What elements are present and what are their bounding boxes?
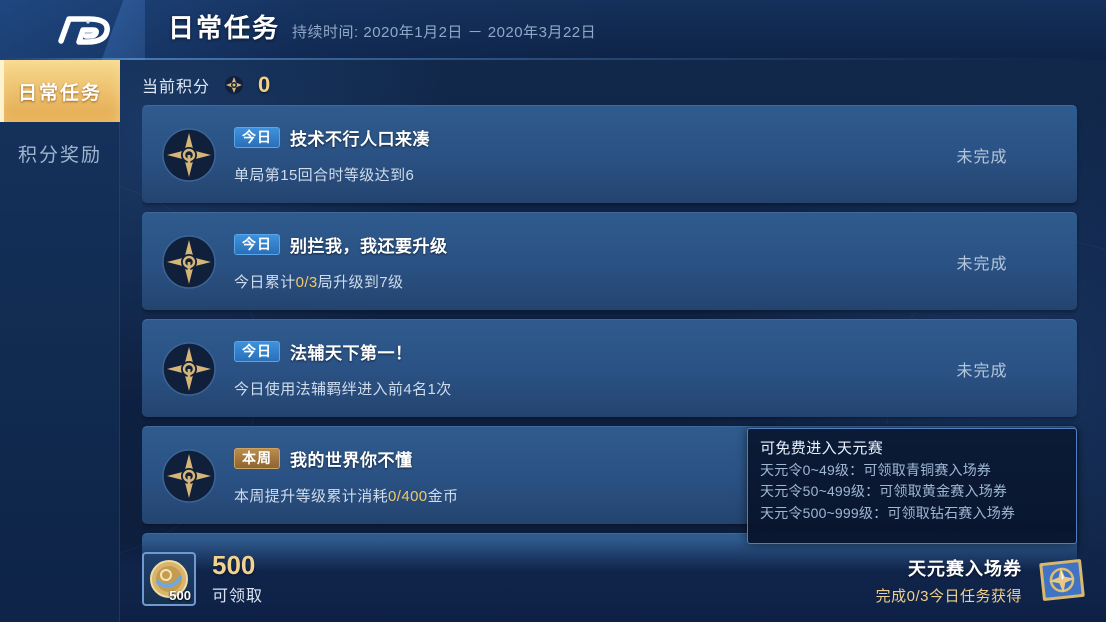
header-underline [0, 58, 1106, 60]
task-desc-progress: 0/3 [295, 273, 318, 291]
tooltip-line: 天元令50~499级：可领取黄金赛入场券 [760, 483, 1008, 500]
task-row[interactable]: 今日 技术不行人口来凑 单局第15回合时等级达到6 未完成 [142, 105, 1077, 203]
task-desc-after: 金币 [427, 487, 459, 505]
task-emblem-icon [162, 448, 216, 503]
tooltip-panel: 可免费进入天元赛 天元令0~49级：可领取青铜赛入场券 天元令50~499级：可… [747, 428, 1077, 544]
task-text: 今日 法辅天下第一！ 今日使用法辅羁绊进入前4名1次 [234, 339, 887, 399]
task-desc-after: 局升级到7级 [317, 273, 404, 291]
reward-amount: 500 [212, 550, 256, 581]
task-status: 未完成 [956, 362, 1008, 380]
reward-left-group[interactable]: 500 500 可领取 [142, 552, 263, 606]
task-title: 技术不行人口来凑 [290, 129, 430, 149]
game-logo-icon[interactable] [55, 11, 117, 49]
task-description: 今日使用法辅羁绊进入前4名1次 [234, 378, 887, 399]
header-bar: 日常任务 持续时间: 2020年1月2日 － 2020年3月22日 [0, 0, 1106, 60]
task-badge: 今日 [234, 340, 280, 362]
task-title-row: 今日 别拦我，我还要升级 [234, 232, 887, 257]
ticket-requirement: 完成0/3今日任务获得 [875, 587, 1022, 605]
task-badge: 今日 [234, 233, 280, 255]
tooltip-line: 天元令500~999级：可领取钻石赛入场券 [760, 504, 1016, 521]
sidebar-item-daily-quests[interactable]: 日常任务 [0, 60, 120, 122]
task-title: 别拦我，我还要升级 [290, 236, 448, 256]
task-emblem-icon [162, 234, 216, 289]
sidebar: 日常任务 积分奖励 [0, 60, 120, 622]
task-badge: 今日 [234, 126, 280, 148]
sidebar-item-point-rewards[interactable]: 积分奖励 [0, 122, 120, 184]
sidebar-item-label: 积分奖励 [17, 144, 102, 166]
tooltip-line: 天元令0~49级：可领取青铜赛入场券 [760, 462, 992, 478]
task-row[interactable]: 今日 别拦我，我还要升级 今日累计0/3局升级到7级 未完成 [142, 212, 1077, 310]
task-title-row: 今日 法辅天下第一！ [234, 339, 887, 364]
task-row[interactable]: 今日 法辅天下第一！ 今日使用法辅羁绊进入前4名1次 未完成 [142, 319, 1077, 417]
tournament-ticket-icon [1039, 559, 1085, 601]
sidebar-item-label: 日常任务 [17, 82, 102, 104]
task-desc-before: 今日使用法辅羁绊进入前4名1次 [234, 380, 452, 398]
reward-right-group[interactable]: 天元赛入场券 完成0/3今日任务获得 [876, 554, 1088, 606]
reward-claim-label: 可领取 [212, 587, 264, 605]
task-desc-before: 本周提升等级累计消耗 [234, 487, 389, 505]
title-block: 日常任务 持续时间: 2020年1月2日 － 2020年3月22日 [168, 8, 596, 45]
task-status: 未完成 [956, 148, 1008, 166]
reward-amount-group: 500 可领取 [212, 552, 263, 605]
task-text: 今日 技术不行人口来凑 单局第15回合时等级达到6 [234, 125, 887, 185]
task-badge: 本周 [234, 447, 280, 469]
page-title: 日常任务 [168, 13, 281, 43]
daily-quest-screen: 日常任务 持续时间: 2020年1月2日 － 2020年3月22日 日常任务 积… [0, 0, 1106, 622]
current-points-label: 当前积分 [142, 79, 211, 96]
task-status: 未完成 [956, 255, 1008, 273]
task-title: 法辅天下第一！ [290, 343, 413, 363]
duration-text: 持续时间: 2020年1月2日 － 2020年3月22日 [292, 24, 597, 41]
task-title-row: 今日 技术不行人口来凑 [234, 125, 887, 150]
coin-frame: 500 [142, 552, 196, 606]
coin-count-badge: 500 [169, 588, 191, 603]
task-desc-progress: 0/400 [388, 487, 428, 505]
task-emblem-icon [162, 341, 216, 396]
task-description: 今日累计0/3局升级到7级 [234, 271, 887, 292]
tooltip-title: 可免费进入天元赛 [760, 440, 884, 457]
ticket-title: 天元赛入场券 [908, 558, 1022, 579]
bottom-reward-bar: 500 500 可领取 天元赛入场券 完成0/3今日任务获得 [120, 540, 1106, 622]
current-points-row: 当前积分 0 [142, 72, 270, 98]
task-title: 我的世界你不懂 [290, 450, 413, 470]
points-diamond-icon [225, 76, 244, 94]
task-text: 今日 别拦我，我还要升级 今日累计0/3局升级到7级 [234, 232, 887, 292]
task-emblem-icon [162, 127, 216, 182]
logo-plate [0, 0, 145, 60]
task-desc-before: 今日累计 [234, 273, 296, 291]
current-points-value: 0 [258, 72, 271, 97]
task-description: 单局第15回合时等级达到6 [234, 164, 887, 185]
task-desc-before: 单局第15回合时等级达到6 [234, 166, 415, 184]
reward-right-text: 天元赛入场券 完成0/3今日任务获得 [876, 555, 1022, 606]
